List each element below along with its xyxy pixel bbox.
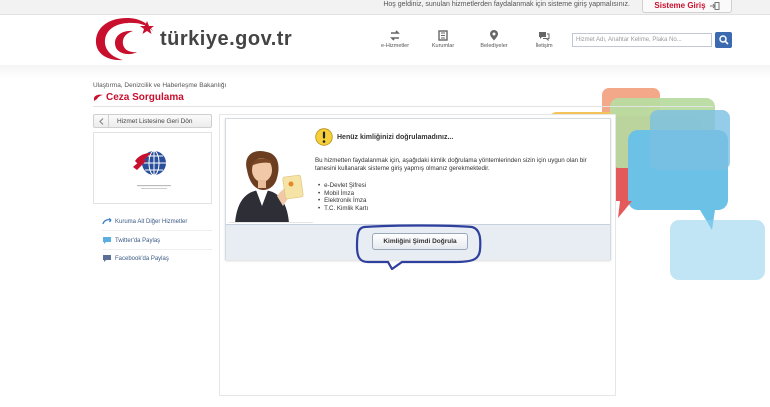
header-separator xyxy=(0,65,770,79)
sidebar-link-facebook[interactable]: Facebook'da Paylaş xyxy=(102,254,212,267)
e-services-icon xyxy=(390,30,400,41)
location-pin-icon xyxy=(490,30,498,41)
arrow-curve-icon xyxy=(102,218,112,225)
back-label: Hizmet Listesine Geri Dön xyxy=(117,117,193,125)
list-item: Mobil İmza xyxy=(318,190,368,198)
login-icon xyxy=(709,1,720,10)
nav-label: Belediyeler xyxy=(480,43,508,49)
verification-methods-list: e-Devlet Şifresi Mobil İmza Elektronik İ… xyxy=(318,182,368,212)
chevron-left-icon xyxy=(94,115,109,127)
twitter-icon xyxy=(103,237,111,244)
institution-logo-box xyxy=(93,132,212,204)
list-item: T.C. Kimlik Kartı xyxy=(318,205,368,213)
page-title-text: Ceza Sorgulama xyxy=(106,92,184,103)
list-item: Elektronik İmza xyxy=(318,197,368,205)
verification-description: Bu hizmetten faydalanmak için, aşağıdaki… xyxy=(315,157,587,172)
list-item: e-Devlet Şifresi xyxy=(318,182,368,190)
sidebar-link-label: Facebook'da Paylaş xyxy=(115,255,169,262)
nav-label: e-Hizmetler xyxy=(380,43,410,49)
logo-crescent-icon[interactable] xyxy=(93,13,161,63)
page-title: Ceza Sorgulama xyxy=(93,92,184,103)
nav-label: İletişim xyxy=(535,43,553,49)
ministry-logo-icon xyxy=(94,94,103,101)
facebook-icon xyxy=(103,255,111,262)
ministry-name: Ulaştırma, Denizcilik ve Haberleşme Baka… xyxy=(93,82,227,89)
back-to-services-button[interactable]: Hizmet Listesine Geri Dön xyxy=(93,114,212,128)
login-label: Sisteme Giriş xyxy=(654,1,706,10)
login-button[interactable]: Sisteme Giriş xyxy=(642,0,732,13)
highlight-annotation xyxy=(355,224,482,270)
nav-e-services[interactable]: e-Hizmetler xyxy=(375,30,415,49)
institutions-icon xyxy=(438,30,448,41)
nav-municipalities[interactable]: Belediyeler xyxy=(474,30,514,49)
sidebar-link-label: Twitter'da Paylaş xyxy=(115,237,161,244)
warning-icon xyxy=(315,128,333,146)
title-divider xyxy=(93,106,713,107)
nav-contact[interactable]: İletişim xyxy=(524,30,564,49)
ministry-globe-logo-icon xyxy=(133,150,171,189)
sidebar-link-twitter[interactable]: Twitter'da Paylaş xyxy=(102,236,212,250)
search-input[interactable]: Hizmet Adı, Anahtar Kelime, Plaka No... xyxy=(572,33,712,47)
logo-text[interactable]: türkiye.gov.tr xyxy=(160,28,292,51)
welcome-message: Hoş geldiniz, sunulan hizmetlerden fayda… xyxy=(383,1,630,8)
search-button[interactable] xyxy=(715,32,732,48)
woman-holding-card-image xyxy=(229,150,313,223)
sidebar-link-other-services[interactable]: Kuruma Ait Diğer Hizmetler xyxy=(102,218,212,231)
contact-icon xyxy=(539,32,550,41)
warning-title: Henüz kimliğinizi doğrulamadınız... xyxy=(337,134,454,141)
search-icon xyxy=(718,35,729,45)
nav-label: Kurumlar xyxy=(431,43,455,49)
sidebar-link-label: Kuruma Ait Diğer Hizmetler xyxy=(115,219,188,225)
nav-institutions[interactable]: Kurumlar xyxy=(423,30,463,49)
